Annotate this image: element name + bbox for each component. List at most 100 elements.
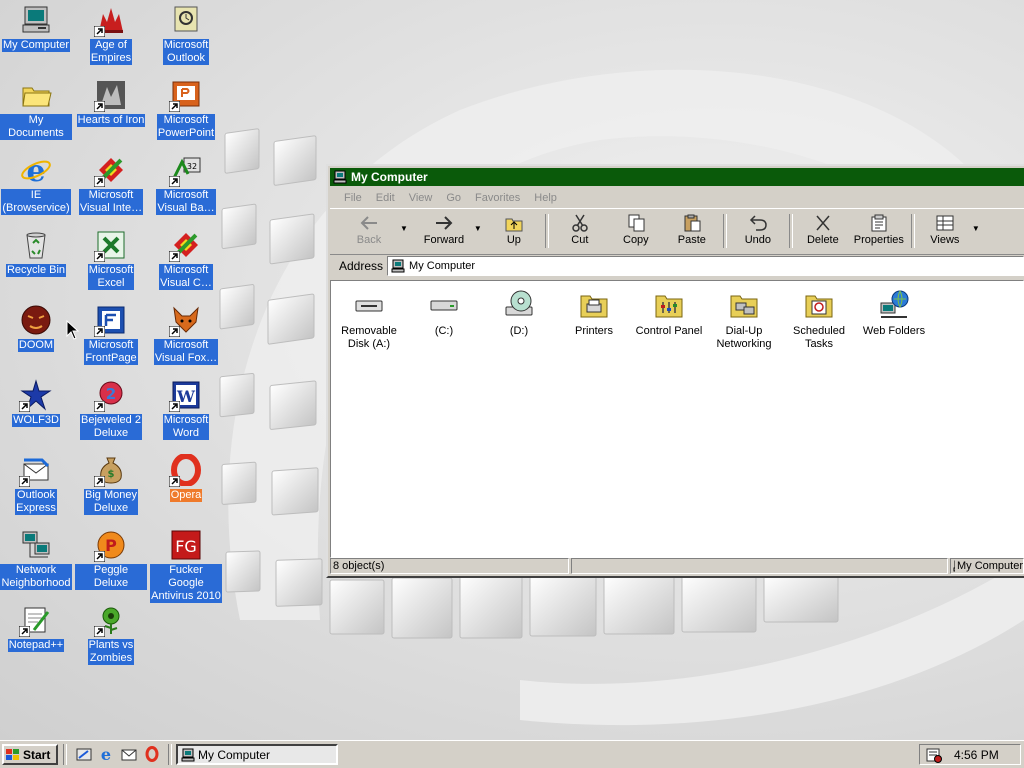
network-icon <box>22 531 50 558</box>
taskbar-button-my-computer[interactable]: My Computer <box>176 744 338 765</box>
properties-label: Properties <box>853 234 904 246</box>
svg-text:$: $ <box>108 469 115 480</box>
taskbar: Start e My Computer 4:56 PM <box>0 740 1024 768</box>
file-list[interactable]: Removable Disk (A:) (C:) (D:) Printers C… <box>330 280 1024 558</box>
desktop-icon-label: Microsoft Visual Fox… <box>153 339 219 365</box>
address-input[interactable]: My Computer <box>387 256 1024 276</box>
item-control-panel[interactable]: Control Panel <box>633 289 705 338</box>
shortcut-arrow-icon <box>94 26 105 37</box>
desktop-icon-age-of-empires[interactable]: Age of Empires <box>75 4 147 65</box>
menu-help[interactable]: Help <box>534 192 557 204</box>
desktop-icon-microsoft-outlook[interactable]: Microsoft Outlook <box>150 4 222 65</box>
back-button[interactable]: Back <box>338 212 400 250</box>
show-desktop-icon[interactable] <box>76 746 92 762</box>
toolbar: Back ▼ Forward ▼ Up Cut Copy Paste Undo <box>330 212 1024 252</box>
windows-logo-icon <box>6 748 19 760</box>
menu-file[interactable]: File <box>344 192 362 204</box>
item-scheduled-tasks[interactable]: Scheduled Tasks <box>783 289 855 351</box>
address-label: Address <box>339 259 384 273</box>
item-web-folders[interactable]: Web Folders <box>858 289 930 338</box>
desktop-icon-opera[interactable]: Opera <box>150 454 222 502</box>
desktop-icon-network-neighborhood[interactable]: Network Neighborhood <box>0 529 72 590</box>
svg-text:2: 2 <box>106 385 116 403</box>
desktop-icon-label: Big Money Deluxe <box>84 489 138 515</box>
desktop-icon-label: Network Neighborhood <box>0 564 72 590</box>
shortcut-arrow-icon <box>19 476 30 487</box>
my-computer-window[interactable]: My Computer File Edit View Go Favorites … <box>326 164 1024 578</box>
my-computer-icon <box>391 259 405 273</box>
desktop-icon-microsoft-word[interactable]: W Microsoft Word <box>150 379 222 440</box>
desktop-icon-label: Bejeweled 2 Deluxe <box>80 414 142 440</box>
scheduler-tray-icon[interactable] <box>926 747 942 763</box>
window-titlebar[interactable]: My Computer <box>330 168 1024 186</box>
shortcut-arrow-icon <box>94 401 105 412</box>
desktop-icon-microsoft-frontpage[interactable]: Microsoft FrontPage <box>75 304 147 365</box>
paste-button[interactable]: Paste <box>664 212 720 250</box>
desktop-icon-visual-interdev[interactable]: Microsoft Visual Inte… <box>75 154 147 215</box>
desktop-icon-recycle-bin[interactable]: Recycle Bin <box>0 229 72 277</box>
status-count: 8 object(s) <box>330 558 570 574</box>
desktop-icon-visual-basic[interactable]: 32 Microsoft Visual Ba… <box>150 154 222 215</box>
desktop-icon-bejeweled[interactable]: 2 Bejeweled 2 Deluxe <box>75 379 147 440</box>
undo-button[interactable]: Undo <box>730 212 786 250</box>
menu-view[interactable]: View <box>409 192 433 204</box>
copy-button[interactable]: Copy <box>608 212 664 250</box>
status-location: My Computer <box>950 558 1024 574</box>
desktop-icon-plants-vs-zombies[interactable]: Plants vs Zombies <box>75 604 147 665</box>
desktop-icon-label: Opera <box>169 489 203 502</box>
desktop-icon-label: WOLF3D <box>12 414 60 427</box>
desktop-icon-notepad-plus-plus[interactable]: Notepad++ <box>0 604 72 652</box>
properties-button[interactable]: Properties <box>850 212 908 250</box>
item-d-drive[interactable]: (D:) <box>483 289 555 338</box>
desktop-icon-hearts-of-iron[interactable]: Hearts of Iron <box>75 79 147 127</box>
desktop-icon-microsoft-powerpoint[interactable]: Microsoft PowerPoint <box>150 79 222 140</box>
desktop-icon-wolf3d[interactable]: WOLF3D <box>0 379 72 427</box>
scissors-icon <box>572 214 588 232</box>
desktop-icon-my-computer[interactable]: My Computer <box>0 4 72 52</box>
menu-go[interactable]: Go <box>446 192 461 204</box>
address-value: My Computer <box>409 260 476 272</box>
up-button[interactable]: Up <box>486 212 542 250</box>
desktop-icon-doom[interactable]: DOOM <box>0 304 72 352</box>
views-button[interactable]: Views <box>918 212 972 250</box>
desktop-icon-label: Age of Empires <box>89 39 133 65</box>
desktop-icon-antivirus[interactable]: FG Fucker Google Antivirus 2010 <box>150 529 222 603</box>
clock[interactable]: 4:56 PM <box>954 748 999 762</box>
my-computer-icon <box>953 560 955 572</box>
item-removable-disk[interactable]: Removable Disk (A:) <box>333 289 405 351</box>
desktop-icon-ie[interactable]: e IE (Browservice) <box>0 154 72 215</box>
desktop-icon-label: Microsoft Visual Inte… <box>78 189 144 215</box>
start-button[interactable]: Start <box>2 744 58 765</box>
desktop-icon-big-money[interactable]: $ Big Money Deluxe <box>75 454 147 515</box>
back-label: Back <box>356 234 382 246</box>
views-dropdown-icon[interactable]: ▼ <box>972 224 980 233</box>
desktop-icon-visual-foxpro[interactable]: Microsoft Visual Fox… <box>150 304 222 365</box>
back-dropdown-icon[interactable]: ▼ <box>400 224 408 233</box>
printers-folder-icon <box>580 295 608 318</box>
forward-button[interactable]: Forward <box>414 212 474 250</box>
forward-label: Forward <box>423 234 465 246</box>
toolbar-separator <box>910 214 915 248</box>
item-c-drive[interactable]: (C:) <box>408 289 480 338</box>
up-folder-icon <box>505 218 523 232</box>
menu-favorites[interactable]: Favorites <box>475 192 520 204</box>
outlook-express-icon[interactable] <box>121 746 137 762</box>
desktop-icon-visual-c[interactable]: Microsoft Visual C… <box>150 229 222 290</box>
cut-button[interactable]: Cut <box>552 212 608 250</box>
copy-icon <box>628 214 645 232</box>
item-dialup-networking[interactable]: Dial-Up Networking <box>708 289 780 351</box>
recycle-bin-icon <box>26 232 46 259</box>
internet-explorer-icon[interactable]: e <box>98 746 114 762</box>
delete-button[interactable]: Delete <box>796 212 850 250</box>
desktop-icon-my-documents[interactable]: My Documents <box>0 79 72 140</box>
floppy-drive-icon <box>355 300 383 312</box>
desktop-icon-microsoft-excel[interactable]: Microsoft Excel <box>75 229 147 290</box>
opera-icon[interactable] <box>144 746 160 762</box>
desktop-icon-peggle[interactable]: P Peggle Deluxe <box>75 529 147 590</box>
item-printers[interactable]: Printers <box>558 289 630 338</box>
desktop-icon-label: Peggle Deluxe <box>75 564 147 590</box>
menu-edit[interactable]: Edit <box>376 192 395 204</box>
forward-dropdown-icon[interactable]: ▼ <box>474 224 482 233</box>
delete-label: Delete <box>806 234 839 246</box>
desktop-icon-outlook-express[interactable]: Outlook Express <box>0 454 72 515</box>
